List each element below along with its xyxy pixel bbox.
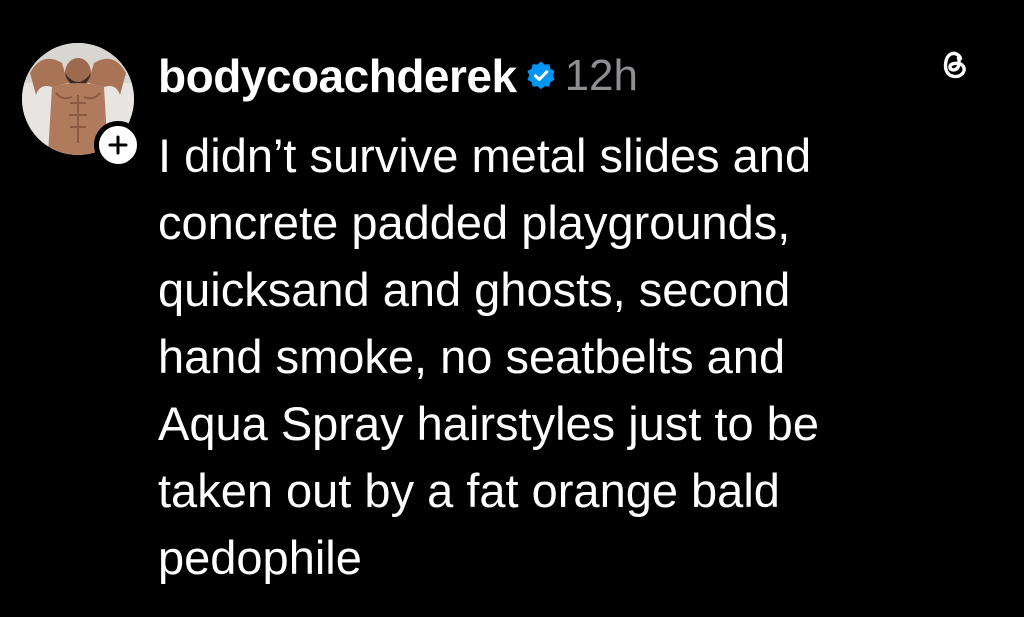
post-text-line: taken out by a fat orange bald (158, 464, 780, 517)
post-timestamp: 12h (564, 51, 638, 100)
post-text-line: quicksand and ghosts, second (158, 263, 791, 316)
avatar-container (22, 43, 142, 169)
threads-post: bodycoachderek 12h I didn’t survive meta… (0, 0, 1024, 617)
post-text-line: pedophile (158, 531, 362, 584)
post-text-line: Aqua Spray hairstyles just to be (158, 397, 819, 450)
post-header: bodycoachderek 12h (158, 48, 638, 104)
post-text-line: I didn’t survive metal slides and (158, 129, 812, 182)
threads-logo-icon[interactable] (936, 44, 970, 84)
post-text-line: hand smoke, no seatbelts and (158, 330, 786, 383)
follow-button[interactable] (94, 121, 142, 169)
plus-icon (108, 135, 128, 155)
post-text-line: concrete padded playgrounds, (158, 196, 791, 249)
username[interactable]: bodycoachderek (158, 53, 517, 99)
post-body: I didn’t survive metal slides and concre… (158, 122, 978, 591)
verified-badge-icon (526, 61, 555, 90)
